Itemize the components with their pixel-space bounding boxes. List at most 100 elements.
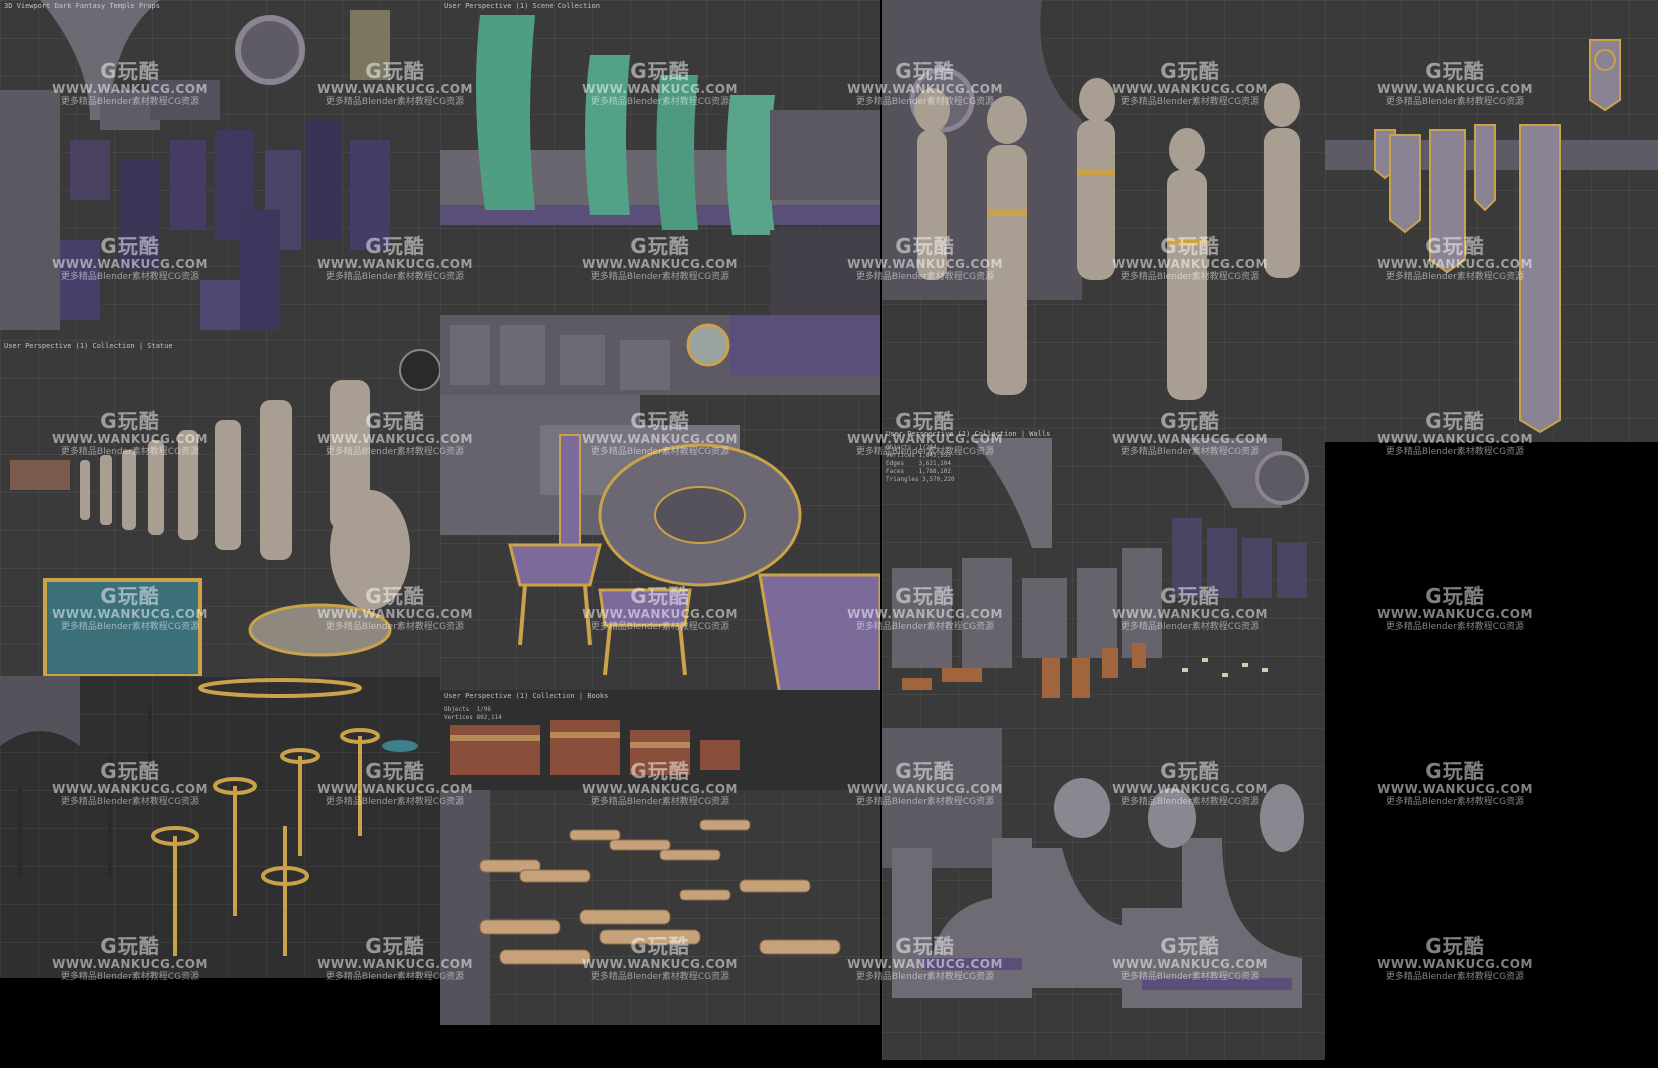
- watermark-sub: 更多精品Blender素材教程CG资源: [590, 622, 730, 632]
- watermark: G玩酷 WWW.WANKUCG.COM 更多精品Blender素材教程CG资源: [1110, 760, 1270, 808]
- watermark: G玩酷 WWW.WANKUCG.COM 更多精品Blender素材教程CG资源: [1375, 235, 1535, 283]
- watermark-url: WWW.WANKUCG.COM: [1377, 432, 1533, 446]
- watermark-sub: 更多精品Blender素材教程CG资源: [1120, 447, 1260, 457]
- watermark-url: WWW.WANKUCG.COM: [847, 257, 1003, 271]
- watermark: G玩酷 WWW.WANKUCG.COM 更多精品Blender素材教程CG资源: [580, 760, 740, 808]
- watermark: G玩酷 WWW.WANKUCG.COM 更多精品Blender素材教程CG资源: [315, 410, 475, 458]
- watermark: G玩酷 WWW.WANKUCG.COM 更多精品Blender素材教程CG资源: [845, 60, 1005, 108]
- watermark-sub: 更多精品Blender素材教程CG资源: [325, 797, 465, 807]
- watermark: G玩酷 WWW.WANKUCG.COM 更多精品Blender素材教程CG资源: [315, 760, 475, 808]
- watermark-logo: G玩酷: [100, 409, 160, 433]
- watermark-url: WWW.WANKUCG.COM: [317, 782, 473, 796]
- watermark-sub: 更多精品Blender素材教程CG资源: [1120, 797, 1260, 807]
- watermark: G玩酷 WWW.WANKUCG.COM 更多精品Blender素材教程CG资源: [845, 760, 1005, 808]
- watermark-sub: 更多精品Blender素材教程CG资源: [855, 447, 995, 457]
- watermark-url: WWW.WANKUCG.COM: [317, 957, 473, 971]
- watermark-sub: 更多精品Blender素材教程CG资源: [1120, 972, 1260, 982]
- watermark-sub: 更多精品Blender素材教程CG资源: [1120, 97, 1260, 107]
- watermark-sub: 更多精品Blender素材教程CG资源: [590, 447, 730, 457]
- watermark-sub: 更多精品Blender素材教程CG资源: [590, 272, 730, 282]
- watermark-url: WWW.WANKUCG.COM: [1377, 782, 1533, 796]
- watermark-sub: 更多精品Blender素材教程CG资源: [855, 622, 995, 632]
- watermark-url: WWW.WANKUCG.COM: [582, 257, 738, 271]
- watermark-logo: G玩酷: [630, 934, 690, 958]
- watermark-sub: 更多精品Blender素材教程CG资源: [60, 622, 200, 632]
- watermark-url: WWW.WANKUCG.COM: [1112, 257, 1268, 271]
- watermark-logo: G玩酷: [1160, 584, 1220, 608]
- watermark-logo: G玩酷: [630, 409, 690, 433]
- watermark-sub: 更多精品Blender素材教程CG资源: [60, 447, 200, 457]
- watermark-url: WWW.WANKUCG.COM: [1377, 257, 1533, 271]
- watermark-sub: 更多精品Blender素材教程CG资源: [590, 972, 730, 982]
- watermark-url: WWW.WANKUCG.COM: [847, 432, 1003, 446]
- watermark-url: WWW.WANKUCG.COM: [847, 957, 1003, 971]
- watermark-url: WWW.WANKUCG.COM: [52, 782, 208, 796]
- watermark: G玩酷 WWW.WANKUCG.COM 更多精品Blender素材教程CG资源: [50, 935, 210, 983]
- watermark-sub: 更多精品Blender素材教程CG资源: [1385, 797, 1525, 807]
- watermark-sub: 更多精品Blender素材教程CG资源: [1385, 97, 1525, 107]
- watermark-logo: G玩酷: [365, 409, 425, 433]
- watermark-url: WWW.WANKUCG.COM: [317, 432, 473, 446]
- watermark-url: WWW.WANKUCG.COM: [1112, 432, 1268, 446]
- watermark: G玩酷 WWW.WANKUCG.COM 更多精品Blender素材教程CG资源: [1375, 60, 1535, 108]
- watermark-sub: 更多精品Blender素材教程CG资源: [590, 97, 730, 107]
- watermark-sub: 更多精品Blender素材教程CG资源: [325, 622, 465, 632]
- watermark: G玩酷 WWW.WANKUCG.COM 更多精品Blender素材教程CG资源: [315, 935, 475, 983]
- watermark-logo: G玩酷: [365, 584, 425, 608]
- watermark: G玩酷 WWW.WANKUCG.COM 更多精品Blender素材教程CG资源: [580, 935, 740, 983]
- watermark-url: WWW.WANKUCG.COM: [847, 782, 1003, 796]
- watermark: G玩酷 WWW.WANKUCG.COM 更多精品Blender素材教程CG资源: [1375, 410, 1535, 458]
- watermark-url: WWW.WANKUCG.COM: [847, 82, 1003, 96]
- watermark-logo: G玩酷: [100, 59, 160, 83]
- watermark-logo: G玩酷: [365, 759, 425, 783]
- watermark-url: WWW.WANKUCG.COM: [847, 607, 1003, 621]
- watermark-logo: G玩酷: [1425, 934, 1485, 958]
- watermark: G玩酷 WWW.WANKUCG.COM 更多精品Blender素材教程CG资源: [1110, 60, 1270, 108]
- watermark-url: WWW.WANKUCG.COM: [52, 82, 208, 96]
- watermark-logo: G玩酷: [1425, 409, 1485, 433]
- watermark-url: WWW.WANKUCG.COM: [1112, 957, 1268, 971]
- watermark-logo: G玩酷: [1425, 234, 1485, 258]
- watermark-sub: 更多精品Blender素材教程CG资源: [855, 797, 995, 807]
- watermark-logo: G玩酷: [365, 934, 425, 958]
- watermark: G玩酷 WWW.WANKUCG.COM 更多精品Blender素材教程CG资源: [1110, 235, 1270, 283]
- watermark-sub: 更多精品Blender素材教程CG资源: [325, 272, 465, 282]
- watermark-sub: 更多精品Blender素材教程CG资源: [590, 797, 730, 807]
- watermark-url: WWW.WANKUCG.COM: [317, 82, 473, 96]
- watermark-logo: G玩酷: [1425, 584, 1485, 608]
- watermark-sub: 更多精品Blender素材教程CG资源: [1385, 447, 1525, 457]
- watermark-logo: G玩酷: [895, 934, 955, 958]
- watermark-sub: 更多精品Blender素材教程CG资源: [855, 272, 995, 282]
- watermark-logo: G玩酷: [365, 234, 425, 258]
- watermark: G玩酷 WWW.WANKUCG.COM 更多精品Blender素材教程CG资源: [845, 410, 1005, 458]
- watermark: G玩酷 WWW.WANKUCG.COM 更多精品Blender素材教程CG资源: [50, 410, 210, 458]
- watermark: G玩酷 WWW.WANKUCG.COM 更多精品Blender素材教程CG资源: [845, 235, 1005, 283]
- watermark: G玩酷 WWW.WANKUCG.COM 更多精品Blender素材教程CG资源: [580, 235, 740, 283]
- watermark: G玩酷 WWW.WANKUCG.COM 更多精品Blender素材教程CG资源: [1110, 410, 1270, 458]
- watermark-logo: G玩酷: [630, 584, 690, 608]
- watermark-logo: G玩酷: [895, 59, 955, 83]
- watermark: G玩酷 WWW.WANKUCG.COM 更多精品Blender素材教程CG资源: [50, 235, 210, 283]
- watermark-url: WWW.WANKUCG.COM: [52, 432, 208, 446]
- watermark: G玩酷 WWW.WANKUCG.COM 更多精品Blender素材教程CG资源: [1110, 935, 1270, 983]
- watermark-sub: 更多精品Blender素材教程CG资源: [325, 972, 465, 982]
- watermark-sub: 更多精品Blender素材教程CG资源: [1385, 622, 1525, 632]
- watermark-logo: G玩酷: [895, 584, 955, 608]
- watermark-sub: 更多精品Blender素材教程CG资源: [1385, 972, 1525, 982]
- watermark: G玩酷 WWW.WANKUCG.COM 更多精品Blender素材教程CG资源: [50, 585, 210, 633]
- watermark: G玩酷 WWW.WANKUCG.COM 更多精品Blender素材教程CG资源: [50, 60, 210, 108]
- watermark-logo: G玩酷: [895, 759, 955, 783]
- watermark: G玩酷 WWW.WANKUCG.COM 更多精品Blender素材教程CG资源: [845, 935, 1005, 983]
- watermark: G玩酷 WWW.WANKUCG.COM 更多精品Blender素材教程CG资源: [580, 585, 740, 633]
- watermark-sub: 更多精品Blender素材教程CG资源: [855, 97, 995, 107]
- watermark-url: WWW.WANKUCG.COM: [1377, 607, 1533, 621]
- watermark-sub: 更多精品Blender素材教程CG资源: [325, 97, 465, 107]
- watermark-url: WWW.WANKUCG.COM: [1112, 82, 1268, 96]
- watermark: G玩酷 WWW.WANKUCG.COM 更多精品Blender素材教程CG资源: [580, 410, 740, 458]
- watermark-url: WWW.WANKUCG.COM: [1112, 782, 1268, 796]
- watermark-sub: 更多精品Blender素材教程CG资源: [1120, 272, 1260, 282]
- watermark-url: WWW.WANKUCG.COM: [1377, 957, 1533, 971]
- watermark-logo: G玩酷: [1160, 934, 1220, 958]
- watermark-url: WWW.WANKUCG.COM: [582, 607, 738, 621]
- watermark-sub: 更多精品Blender素材教程CG资源: [60, 972, 200, 982]
